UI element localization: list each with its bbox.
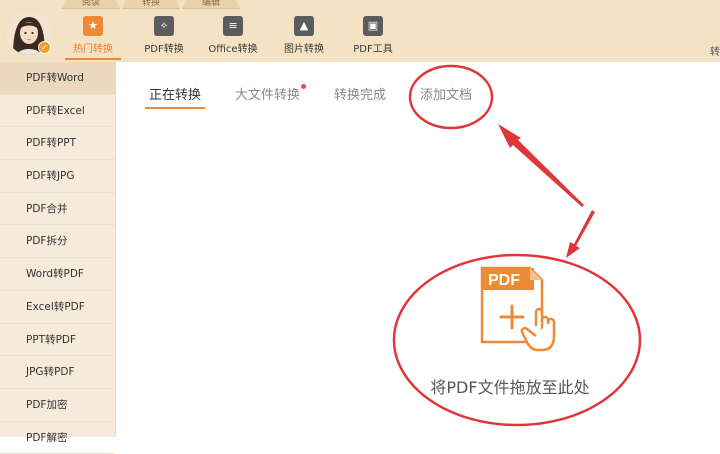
sidebar-item-pdf-split[interactable]: PDF拆分 [0,225,115,259]
top-tab-read[interactable]: 阅读 [62,0,120,9]
vip-badge-icon: ✓ [38,41,51,54]
toolbar-overflow-label[interactable]: 转 [710,43,720,58]
tab-large-file[interactable]: 大文件转换 [235,84,307,109]
toolbar-pdf-tools[interactable]: ▣ PDF工具 [352,16,394,60]
pdf-add-file-icon: PDF [480,266,556,352]
sidebar: PDF转Word PDF转Excel PDF转PPT PDF转JPG PDF合并… [0,62,116,454]
sidebar-item-pdf-encrypt[interactable]: PDF加密 [0,389,115,422]
toolbar-pdf-convert[interactable]: ⟡ PDF转换 [142,16,186,60]
toolbar-label: Office转换 [208,44,258,55]
top-mode-tabs: 阅读 转换 编辑 [62,0,242,9]
pdf-icon: ⟡ [154,16,174,36]
toolbar-label: 图片转换 [284,44,324,55]
sidebar-item-pdf-merge[interactable]: PDF合并 [0,193,115,226]
pdf-file-label: PDF [488,272,520,289]
toolbar-label: PDF工具 [353,44,393,55]
tab-converting[interactable]: 正在转换 [144,84,206,109]
sidebar-item-pdf-to-ppt[interactable]: PDF转PPT [0,127,115,161]
tab-label: 添加文档 [420,88,473,103]
toolbar-hot-convert[interactable]: ★ 热门转换 [65,16,121,60]
top-toolbar: 阅读 转换 编辑 ✓ ★ 热门转换 ⟡ PDF转换 ≡ Office转换 ▲ 图… [0,0,720,63]
sidebar-item-word-to-pdf[interactable]: Word转PDF [0,258,115,291]
toolbar-image-convert[interactable]: ▲ 图片转换 [282,16,326,60]
drop-zone[interactable]: PDF [478,266,588,356]
tab-label: 大文件转换 [235,88,301,103]
conversion-tabs: 正在转换 大文件转换 转换完成 添加文档 [144,84,506,109]
image-icon: ▲ [294,16,314,36]
sidebar-item-excel-to-pdf[interactable]: Excel转PDF [0,291,115,324]
drop-zone-hint: 将PDF文件拖放至此处 [430,378,590,397]
toolbar-label: 热门转换 [73,44,113,55]
top-tab-convert[interactable]: 转换 [122,0,180,9]
tab-label: 转换完成 [334,88,387,103]
tab-label: 正在转换 [149,88,202,103]
sidebar-item-pdf-to-excel[interactable]: PDF转Excel [0,95,115,128]
toolbox-icon: ▣ [363,16,383,36]
add-document-button[interactable]: 添加文档 [420,84,472,109]
top-tab-edit[interactable]: 编辑 [182,0,240,9]
notification-dot-icon [301,84,307,89]
sidebar-item-pdf-decrypt[interactable]: PDF解密 [0,422,115,454]
sidebar-item-pdf-to-jpg[interactable]: PDF转JPG [0,160,115,193]
toolbar-label: PDF转换 [144,44,184,55]
sidebar-item-jpg-to-pdf[interactable]: JPG转PDF [0,356,115,389]
document-icon: ≡ [223,16,243,36]
tab-completed[interactable]: 转换完成 [334,84,386,109]
toolbar-office-convert[interactable]: ≡ Office转换 [208,16,258,60]
sidebar-item-ppt-to-pdf[interactable]: PPT转PDF [0,324,115,357]
sidebar-item-pdf-to-word[interactable]: PDF转Word [0,62,115,95]
star-icon: ★ [83,16,103,36]
